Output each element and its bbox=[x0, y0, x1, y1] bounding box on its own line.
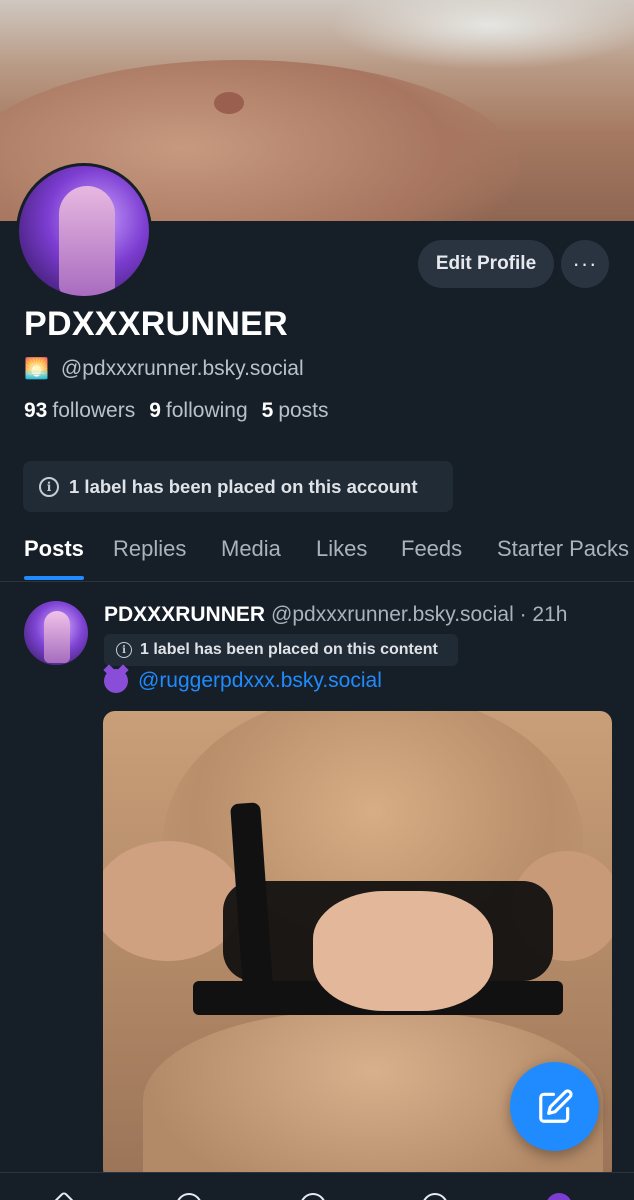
compose-button[interactable] bbox=[510, 1062, 599, 1151]
bottom-navigation bbox=[0, 1172, 634, 1200]
account-label-notice[interactable]: 1 label has been placed on this account bbox=[23, 461, 453, 512]
banner-highlight bbox=[330, 0, 634, 70]
following-label: following bbox=[165, 399, 248, 422]
post-timestamp: · 21h bbox=[519, 603, 568, 626]
profile-tabs: Posts Replies Media Likes Feeds Starter … bbox=[0, 528, 634, 582]
post-header: PDXXXRUNNER @pdxxxrunner.bsky.social · 21… bbox=[104, 603, 567, 627]
profile-avatar[interactable] bbox=[16, 163, 152, 299]
tab-media[interactable]: Media bbox=[221, 536, 281, 562]
active-tab-indicator bbox=[24, 576, 84, 580]
info-circle-icon bbox=[39, 476, 59, 497]
home-icon[interactable] bbox=[49, 1190, 79, 1200]
profile-stats: 93 followers 9 following 5 posts bbox=[24, 399, 329, 423]
following-count: 9 bbox=[149, 399, 161, 422]
notifications-icon[interactable] bbox=[422, 1193, 448, 1200]
posts-label: posts bbox=[278, 399, 329, 422]
banner-detail bbox=[214, 92, 244, 114]
ellipsis-icon: ··· bbox=[572, 251, 598, 276]
post-author-avatar[interactable] bbox=[24, 601, 88, 665]
profile-display-name: PDXXXRUNNER bbox=[24, 305, 289, 343]
profile-tab-avatar[interactable] bbox=[546, 1193, 572, 1200]
content-label-text: 1 label has been placed on this content bbox=[140, 641, 438, 658]
tab-starter-packs[interactable]: Starter Packs bbox=[497, 536, 629, 562]
post-author-name[interactable]: PDXXXRUNNER bbox=[104, 603, 265, 626]
account-label-text: 1 label has been placed on this account bbox=[69, 475, 418, 497]
profile-handle-row: 🌅 @pdxxxrunner.bsky.social bbox=[24, 356, 304, 381]
followers-stat[interactable]: 93 followers bbox=[24, 399, 135, 423]
chat-icon[interactable] bbox=[300, 1193, 326, 1200]
tab-feeds[interactable]: Feeds bbox=[401, 536, 462, 562]
avatar-figure bbox=[44, 611, 70, 663]
smiling-devil-icon bbox=[104, 669, 128, 693]
avatar-figure bbox=[59, 186, 115, 296]
info-circle-icon bbox=[116, 642, 132, 658]
followers-label: followers bbox=[52, 399, 136, 422]
profile-handle: @pdxxxrunner.bsky.social bbox=[60, 356, 304, 380]
post-text: @ruggerpdxxx.bsky.social bbox=[104, 669, 382, 693]
tab-posts[interactable]: Posts bbox=[24, 536, 84, 562]
edit-profile-button[interactable]: Edit Profile bbox=[418, 240, 554, 288]
image-shape bbox=[313, 891, 493, 1011]
tab-likes[interactable]: Likes bbox=[316, 536, 367, 562]
sunrise-emoji: 🌅 bbox=[24, 358, 49, 380]
followers-count: 93 bbox=[24, 399, 48, 422]
posts-stat: 5 posts bbox=[262, 399, 329, 423]
content-label-notice[interactable]: 1 label has been placed on this content bbox=[104, 634, 458, 666]
following-stat[interactable]: 9 following bbox=[149, 399, 247, 423]
compose-pencil-icon bbox=[538, 1088, 573, 1123]
search-icon[interactable] bbox=[176, 1193, 202, 1200]
post-author-handle[interactable]: @pdxxxrunner.bsky.social bbox=[271, 603, 514, 626]
post-mention-link[interactable]: @ruggerpdxxx.bsky.social bbox=[138, 669, 382, 693]
tab-replies[interactable]: Replies bbox=[113, 536, 186, 562]
posts-count: 5 bbox=[261, 399, 274, 422]
more-options-button[interactable]: ··· bbox=[561, 240, 609, 288]
